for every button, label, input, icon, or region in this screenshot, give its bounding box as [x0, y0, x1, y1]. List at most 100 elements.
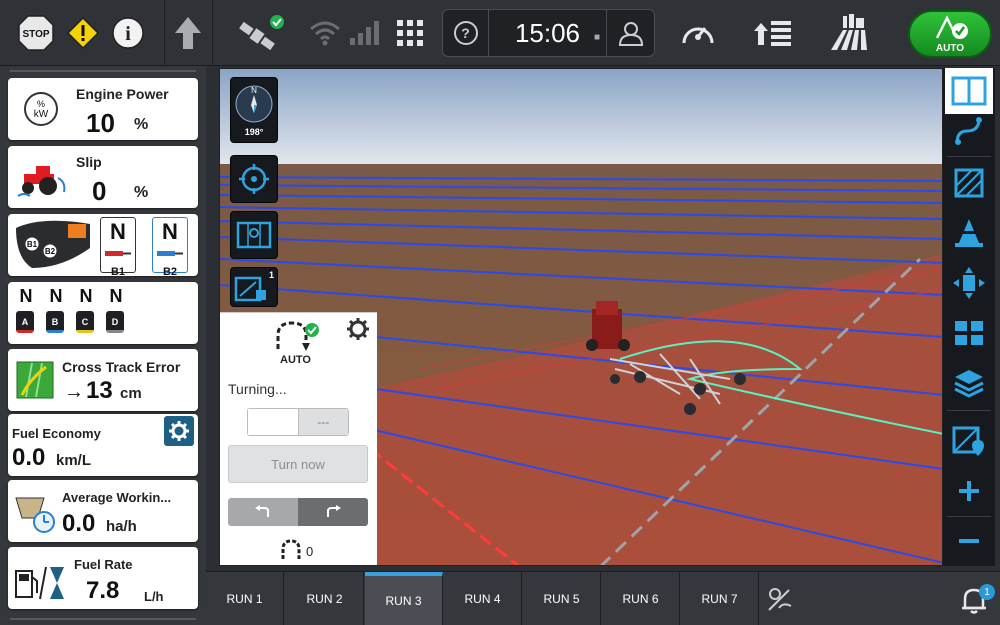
camera-icon: ■ [593, 31, 600, 43]
joystick-b2-label: B2 [45, 247, 56, 256]
record-button[interactable]: 1 [230, 267, 278, 307]
remote-valves-tile[interactable]: N A N B N C N D [8, 282, 198, 344]
turn-pattern-right[interactable]: --- [297, 409, 348, 435]
zoom-out-button[interactable] [945, 518, 993, 564]
tab-run-3[interactable]: RUN 3 [365, 572, 443, 625]
gear-icon [347, 318, 369, 340]
remote-valve-a[interactable]: N A [16, 286, 36, 333]
hitch-b2-state: N [162, 219, 178, 244]
scroll-up-button[interactable] [168, 10, 208, 56]
app-root: STOP i ? 15:06 ■ AUTO % kW Engine Power … [0, 0, 1000, 625]
autoguidance-button[interactable]: AUTO [908, 10, 992, 58]
engine-power-icon: % kW [24, 92, 58, 126]
svg-text:kW: kW [34, 109, 49, 120]
sequence-icon [754, 21, 791, 46]
cross-track-title: Cross Track Error [62, 359, 181, 375]
info-button[interactable]: i [108, 10, 148, 56]
tab-run-6[interactable]: RUN 6 [602, 572, 680, 625]
top-bar: STOP i ? 15:06 ■ AUTO [0, 0, 1000, 66]
compass-button[interactable]: N 198° [230, 77, 278, 143]
turn-pattern-selector[interactable]: --- [247, 408, 349, 436]
average-working-title: Average Workin... [62, 490, 172, 505]
turn-settings-button[interactable] [346, 317, 370, 346]
guidance-map-view[interactable]: N 198° 1 AUTO Turning... --- Turn now 0 [219, 68, 943, 566]
performance-button[interactable] [676, 10, 720, 56]
tab-run-2[interactable]: RUN 2 [286, 572, 364, 625]
edit-runs-button[interactable] [762, 572, 798, 625]
gauge-icon [682, 27, 714, 44]
slip-unit: % [134, 184, 149, 201]
layers-icon [954, 370, 984, 398]
user-button[interactable] [606, 10, 654, 56]
gps-status[interactable] [232, 10, 288, 56]
average-working-unit: ha/h [106, 518, 137, 535]
layers-button[interactable] [945, 360, 993, 406]
hitch-tile[interactable]: B1 B2 N B1 N B2 [8, 214, 198, 278]
turn-now-button[interactable]: Turn now [228, 445, 368, 483]
cross-track-error-tile[interactable]: Cross Track Error → 13 cm [8, 349, 198, 411]
clock-panel: ? 15:06 ■ [442, 9, 655, 57]
guidance-line-button[interactable] [945, 108, 993, 154]
nudge-button[interactable] [945, 260, 993, 306]
engine-power-value: 10 [86, 108, 115, 138]
engine-power-tile[interactable]: % kW Engine Power 10 % [8, 78, 198, 140]
tab-run-5[interactable]: RUN 5 [523, 572, 601, 625]
fuel-economy-settings-button[interactable] [164, 416, 194, 446]
wifi-status[interactable] [308, 10, 342, 56]
tab-run-1[interactable]: RUN 1 [206, 572, 284, 625]
tab-run-7[interactable]: RUN 7 [681, 572, 759, 625]
compass-heading: 198° [244, 127, 264, 137]
minus-icon [959, 539, 979, 543]
engine-power-title: Engine Power [76, 86, 169, 102]
slip-tile[interactable]: Slip 0 % [8, 146, 198, 208]
sequence-button[interactable] [750, 10, 796, 56]
cellular-status[interactable] [346, 10, 382, 56]
signal-bars-icon [350, 21, 379, 45]
remote-valve-d[interactable]: N D [106, 286, 126, 333]
auto-turn-panel: AUTO Turning... --- Turn now 0 [220, 312, 377, 565]
field-button[interactable] [826, 10, 878, 56]
run-tabs-bar: RUN 1 RUN 2 RUN 3 RUN 4 RUN 5 RUN 6 RUN … [206, 571, 1000, 625]
turn-right-arrow-icon [327, 505, 341, 517]
zoom-in-button[interactable] [945, 468, 993, 514]
apps-button[interactable] [392, 10, 428, 56]
average-working-tile[interactable]: Average Workin... 0.0 ha/h [8, 480, 198, 542]
nudge-icon [953, 267, 985, 299]
tab-run-4[interactable]: RUN 4 [444, 572, 522, 625]
cone-icon [955, 219, 983, 247]
turn-counter-icon [281, 539, 301, 559]
field-map-button[interactable] [945, 418, 993, 464]
turn-pattern-left[interactable] [248, 409, 298, 435]
turn-counter-value: 0 [306, 544, 314, 559]
scroll-handle-bottom[interactable] [10, 618, 196, 620]
scroll-handle-top[interactable] [10, 70, 196, 72]
layout-button[interactable] [945, 310, 993, 356]
turn-right-button[interactable] [298, 498, 368, 526]
layout-grid-icon [955, 321, 983, 345]
map-view-button[interactable] [230, 211, 278, 259]
remote-d-label: D [106, 311, 124, 333]
fuel-economy-tile[interactable]: Fuel Economy 0.0 km/L [8, 414, 198, 476]
hitch-b1-status[interactable]: N B1 [100, 217, 136, 278]
cross-track-unit: cm [120, 385, 142, 402]
hitch-b2-label: B2 [162, 266, 178, 278]
remote-valve-c[interactable]: N C [76, 286, 96, 333]
stop-button[interactable]: STOP [14, 10, 58, 56]
remote-valve-b[interactable]: N B [46, 286, 66, 333]
warning-button[interactable] [62, 10, 104, 56]
turn-direction-selector[interactable] [228, 498, 368, 526]
recenter-button[interactable] [230, 155, 278, 203]
fuel-rate-tile[interactable]: Fuel Rate 7.8 L/h [8, 547, 198, 609]
help-button[interactable]: ? [443, 10, 489, 56]
cross-track-value: 13 [86, 377, 113, 404]
remote-c-state: N [79, 286, 93, 306]
boundary-button[interactable] [945, 160, 993, 206]
svg-text:i: i [125, 23, 131, 45]
fuel-economy-unit: km/L [56, 452, 92, 469]
turn-left-button[interactable] [228, 498, 298, 526]
hitch-b2-status[interactable]: N B2 [152, 217, 188, 278]
cross-track-icon [16, 361, 54, 399]
left-run-page-panel[interactable]: % kW Engine Power 10 % Slip 0 % B1 B2 N … [0, 66, 206, 625]
remote-b-state: N [49, 286, 63, 306]
obstacle-button[interactable] [945, 210, 993, 256]
